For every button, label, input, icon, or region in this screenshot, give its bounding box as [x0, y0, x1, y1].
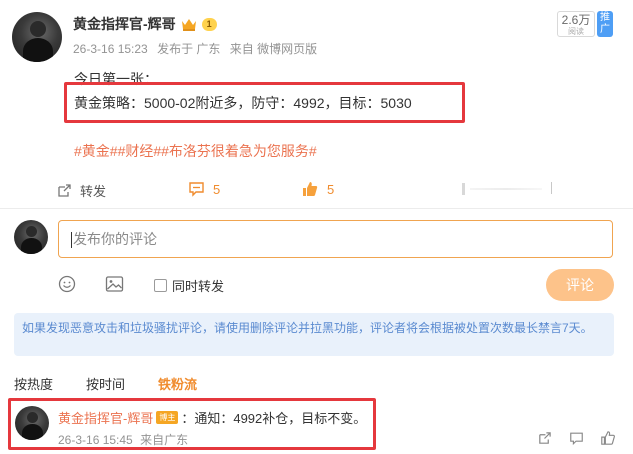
- moderation-notice: 如果发现恶意攻击和垃圾骚扰评论，请使用删除评论并拉黑功能，评论者将会根据被处置次…: [14, 313, 614, 356]
- comment-avatar[interactable]: [15, 406, 49, 440]
- comment-action[interactable]: 5: [188, 181, 220, 197]
- like-action[interactable]: 5: [301, 180, 334, 198]
- repost-action[interactable]: 转发: [56, 181, 106, 200]
- comment-text: ：通知：4992补仓，目标不变。: [181, 411, 367, 426]
- repost-checkbox-label: 同时转发: [172, 279, 225, 294]
- divider: [0, 208, 633, 209]
- comment-source: 来自广东: [140, 433, 189, 447]
- repost-checkbox[interactable]: [154, 279, 167, 292]
- comment-input[interactable]: 发布你的评论: [58, 220, 613, 258]
- comment-line: 黄金指挥官-辉哥 博主 ：通知：4992补仓，目标不变。: [58, 408, 366, 427]
- comment-repost-icon[interactable]: [537, 431, 552, 446]
- post-location: 发布于 广东: [157, 42, 221, 56]
- post-hashtags[interactable]: #黄金##财经##布洛芬很着急为您服务#: [74, 141, 317, 161]
- repost-icon: [56, 183, 72, 199]
- comment-count: 5: [213, 181, 221, 197]
- read-label: 阅读: [568, 27, 584, 36]
- read-count-badge: 2.6万 阅读: [557, 11, 595, 37]
- crown-icon[interactable]: [180, 16, 198, 32]
- sort-by-hot[interactable]: 按热度: [14, 374, 53, 393]
- author-name[interactable]: 黄金指挥官-辉哥: [73, 14, 176, 34]
- submit-comment-button[interactable]: 评论: [546, 269, 614, 301]
- post-meta: 26-3-16 15:23 发布于 广东 来自 微博网页版: [73, 40, 317, 57]
- repost-checkbox-row[interactable]: 同时转发: [154, 276, 224, 295]
- post-line-2: 黄金策略：5000-02附近多，防守：4992，目标：5030: [74, 95, 412, 111]
- repost-label: 转发: [80, 184, 107, 199]
- read-count: 2.6万: [561, 13, 591, 27]
- emoji-icon[interactable]: [58, 275, 76, 293]
- post-time[interactable]: 26-3-16 15:23: [73, 42, 148, 56]
- share-options[interactable]: [462, 180, 554, 198]
- comment-placeholder: 发布你的评论: [73, 231, 157, 247]
- comment-icon: [188, 181, 205, 197]
- promote-button[interactable]: 推广: [597, 11, 613, 37]
- host-badge: 博主: [156, 411, 179, 424]
- comment-author[interactable]: 黄金指挥官-辉哥: [58, 408, 153, 427]
- author-avatar[interactable]: [12, 12, 62, 62]
- author-row: 黄金指挥官-辉哥 1: [73, 14, 217, 34]
- comment-reply-icon[interactable]: [569, 431, 584, 446]
- my-avatar[interactable]: [14, 220, 48, 254]
- level-badge[interactable]: 1: [201, 17, 217, 31]
- thumbs-up-icon: [301, 180, 319, 198]
- like-count: 5: [327, 181, 335, 197]
- sort-by-fans[interactable]: 铁粉流: [158, 374, 197, 393]
- comment-time: 26-3-16 15:45: [58, 433, 133, 447]
- post-source: 来自 微博网页版: [229, 42, 318, 56]
- comment-meta: 26-3-16 15:45 来自广东: [58, 431, 188, 448]
- image-icon[interactable]: [105, 275, 124, 293]
- text-caret: [71, 232, 72, 249]
- sort-by-time[interactable]: 按时间: [86, 374, 125, 393]
- comment-like-icon[interactable]: [600, 430, 616, 446]
